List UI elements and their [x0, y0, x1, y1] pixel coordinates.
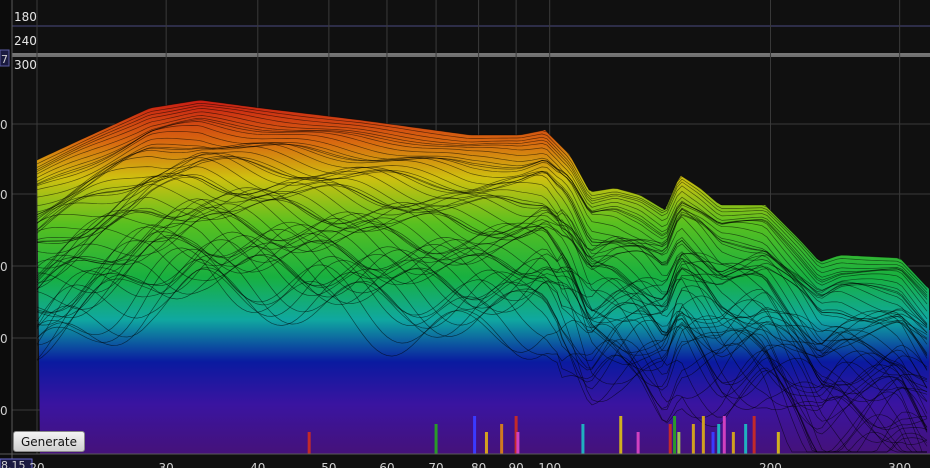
left-panel: [0, 0, 12, 468]
x-tick-label: 300: [888, 461, 911, 468]
x-tick-label: 90: [508, 461, 523, 468]
x-tick-label: 100: [538, 461, 561, 468]
corner-label: 8.15: [1, 459, 26, 468]
resonance-marker: [776, 432, 780, 454]
time-row-label: 300: [14, 58, 37, 72]
waterfall-plot: 180 240 300 7 0 0 0 0 0 8.15 20 30 40 50 60 7…: [0, 0, 930, 468]
generate-button[interactable]: Generate: [13, 431, 85, 452]
time-row-label: 240: [14, 34, 37, 48]
x-tick-label: 80: [471, 461, 486, 468]
resonance-marker: [619, 416, 623, 454]
resonance-marker: [731, 432, 735, 454]
y-axis-label: 0: [0, 404, 8, 418]
x-tick-label: 70: [428, 461, 443, 468]
resonance-marker: [473, 416, 477, 454]
resonance-marker: [307, 432, 311, 454]
x-tick-label: 40: [250, 461, 265, 468]
resonance-marker: [668, 424, 672, 454]
resonance-marker: [500, 424, 504, 454]
y-axis-label: 0: [0, 188, 8, 202]
resonance-marker: [691, 424, 695, 454]
y-axis-label: 0: [0, 332, 8, 346]
resonance-marker: [581, 424, 585, 454]
resonance-marker: [744, 424, 748, 454]
corner-label: 7: [1, 53, 8, 66]
resonance-marker: [673, 416, 677, 454]
y-axis-label: 0: [0, 260, 8, 274]
resonance-marker: [701, 416, 705, 454]
resonance-marker: [722, 416, 726, 454]
x-axis-ticks: 20 30 40 50 60 70 80 90 100 200 300: [29, 461, 911, 468]
resonance-marker: [636, 432, 640, 454]
x-tick-label: 50: [321, 461, 336, 468]
resonance-marker: [434, 424, 438, 454]
resonance-marker: [717, 424, 721, 454]
x-tick-label: 60: [379, 461, 394, 468]
waterfall-surface: [36, 99, 930, 454]
x-tick-label: 30: [159, 461, 174, 468]
resonance-marker: [484, 432, 488, 454]
y-axis-label: 0: [0, 118, 8, 132]
resonance-marker: [677, 432, 681, 454]
resonance-marker: [516, 432, 520, 454]
resonance-marker: [711, 432, 715, 454]
time-row-label: 180: [14, 10, 37, 24]
x-tick-label: 200: [759, 461, 782, 468]
resonance-marker: [752, 416, 756, 454]
x-tick-label: 20: [29, 461, 44, 468]
